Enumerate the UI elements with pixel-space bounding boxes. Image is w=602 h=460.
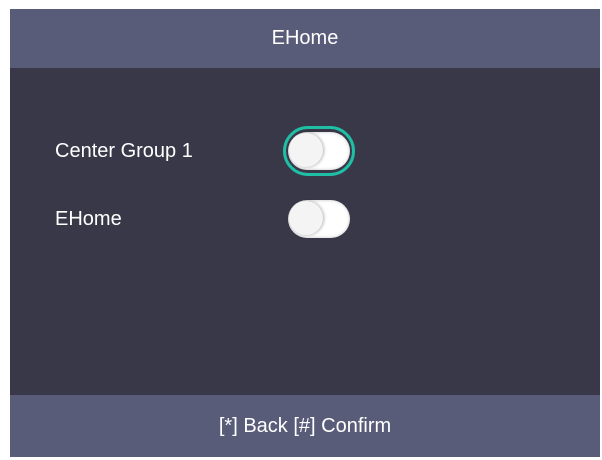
- page-title: EHome: [271, 27, 339, 49]
- page-header: EHome: [10, 9, 600, 68]
- center-group-1-toggle[interactable]: [288, 132, 350, 170]
- setting-label-ehome: EHome: [55, 208, 122, 230]
- ehome-toggle[interactable]: [288, 200, 350, 238]
- toggle-knob: [289, 201, 323, 235]
- key-hint-bar: [*] Back [#] Confirm: [10, 395, 600, 457]
- setting-row-ehome[interactable]: EHome: [10, 194, 600, 244]
- ehome-toggle-wrap: [283, 194, 355, 244]
- setting-label-center-group-1: Center Group 1: [55, 140, 193, 162]
- settings-list: Center Group 1 EHome: [10, 68, 600, 395]
- key-hint-text: [*] Back [#] Confirm: [218, 414, 392, 437]
- device-screen: EHome Center Group 1 EHome [*] Back [#] …: [10, 9, 600, 457]
- center-group-1-toggle-focus-ring: [283, 126, 355, 176]
- setting-row-center-group-1[interactable]: Center Group 1: [10, 126, 600, 176]
- toggle-knob: [289, 133, 323, 167]
